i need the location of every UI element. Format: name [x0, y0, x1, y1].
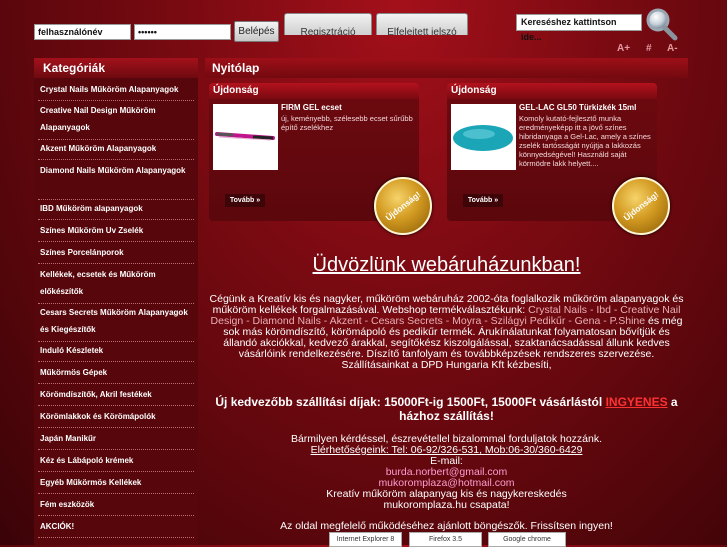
sidebar-category-item[interactable]: Egyéb Műkörmös Kellékek: [34, 474, 198, 490]
font-increase-button[interactable]: A+: [617, 43, 630, 54]
font-decrease-button[interactable]: A-: [667, 43, 678, 54]
product-description: új, keményebb, szélesebb ecset sűrűbb ép…: [281, 114, 413, 132]
delivery-text: Szállításainkat a DPD Hungaria Kft kézbe…: [341, 359, 552, 371]
sidebar-category-item[interactable]: Crystal Nails Műköröm Alapanyagok: [34, 81, 198, 97]
font-reset-button[interactable]: #: [646, 43, 652, 54]
badge-label: Újdonság!: [621, 189, 661, 223]
page-title: Nyitólap: [205, 58, 688, 78]
sidebar-category-item[interactable]: Akzent Műköröm Alapanyagok: [34, 140, 198, 156]
password-field[interactable]: ••••••: [134, 24, 231, 40]
top-bar: felhasználónév •••••• Belépés Regisztrác…: [0, 0, 727, 58]
username-field[interactable]: felhasználónév: [34, 24, 131, 40]
forgot-password-button[interactable]: Elfelejtett jelszó: [376, 13, 468, 35]
sidebar-divider: [38, 159, 194, 160]
sidebar-divider: [38, 471, 194, 472]
badge-label: Újdonság!: [383, 189, 423, 223]
sidebar-divider: [38, 449, 194, 450]
category-sidebar: Kategóriák Crystal Nails Műköröm Alapany…: [34, 58, 198, 545]
login-button[interactable]: Belépés: [234, 21, 279, 42]
sidebar-divider: [38, 219, 194, 220]
sidebar-category-item[interactable]: Kellékek, ecsetek és Műköröm előkészítők: [34, 266, 198, 300]
product-image[interactable]: [213, 104, 278, 170]
footer-line: mukoromplaza.hu csapata!: [383, 499, 510, 511]
sidebar-divider: [38, 263, 194, 264]
free-shipping-highlight: INGYENES: [605, 395, 668, 409]
card-header: Újdonság: [447, 83, 657, 99]
intro-text: Cégünk a Kreatív kis és nagyker, műköröm…: [205, 294, 688, 371]
sidebar-divider: [38, 383, 194, 384]
new-badge: Újdonság!: [612, 177, 670, 235]
product-image[interactable]: [451, 104, 516, 170]
sidebar-category-item[interactable]: Kéz és Lábápoló krémek: [34, 452, 198, 468]
sidebar-divider: [38, 493, 194, 494]
sidebar-divider: [38, 241, 194, 242]
sidebar-category-item[interactable]: Induló Készletek: [34, 342, 198, 358]
sidebar-divider: [38, 537, 194, 538]
contact-block: Bármilyen kérdéssel, észrevétellel bizal…: [205, 434, 688, 511]
sidebar-divider: [38, 405, 194, 406]
sidebar-divider: [38, 515, 194, 516]
sidebar-category-item[interactable]: Körömlakkok és Körömápolók: [34, 408, 198, 424]
sidebar-category-item[interactable]: Cesars Secrets Műköröm Alapanyagok és Ki…: [34, 304, 198, 338]
sidebar-category-item[interactable]: Színes Porcelánporok: [34, 244, 198, 260]
product-description: Komoly kutató-fejlesztő munka eredmények…: [519, 114, 651, 168]
shipping-info: Új kedvezőbb szállítási díjak: 15000Ft-i…: [205, 395, 688, 423]
search-input[interactable]: Kereséshez kattintson ide...: [516, 14, 642, 42]
sidebar-title: Kategóriák: [34, 58, 198, 78]
sidebar-category-item[interactable]: Fém eszközök: [34, 496, 198, 512]
new-product-card: Újdonság GEL-LAC GL50 Türkizkék 15ml Kom…: [447, 83, 670, 235]
register-button[interactable]: Regisztráció: [284, 13, 372, 35]
sidebar-category-item[interactable]: Japán Manikűr: [34, 430, 198, 446]
sidebar-divider: [38, 100, 194, 101]
sidebar-divider: [38, 427, 194, 428]
sidebar-category-item[interactable]: IBD Műköröm alapanyagok: [34, 200, 198, 216]
browser-note: Az oldal megfelelő működéséhez ajánlott …: [280, 520, 613, 532]
font-size-tools: A+ # A-: [617, 43, 717, 55]
sidebar-category-item[interactable]: AKCIÓK!: [34, 518, 198, 534]
sidebar-category-item[interactable]: Színes Műköröm Uv Zselék: [34, 222, 198, 238]
sidebar-divider: [38, 361, 194, 362]
new-product-card: Újdonság FIRM GEL ecset új, keményebb, s…: [209, 83, 432, 235]
sidebar-category-item[interactable]: Diamond Nails Műköröm Alapanyagok: [34, 162, 198, 196]
welcome-heading: Üdvözlünk webáruházunkban!: [312, 254, 581, 276]
sidebar-category-item[interactable]: Creative Nail Design Műköröm Alapanyagok: [34, 102, 198, 136]
more-button[interactable]: Tovább »: [463, 194, 503, 207]
sidebar-category-item[interactable]: Műkörmös Gépek: [34, 364, 198, 380]
sidebar-category-item[interactable]: Körömdíszítők, Akril festékek: [34, 386, 198, 402]
card-header: Újdonság: [209, 83, 419, 99]
shipping-text: Új kedvezőbb szállítási díjak: 15000Ft-i…: [215, 395, 603, 409]
product-name-link[interactable]: FIRM GEL ecset: [281, 103, 415, 112]
more-button[interactable]: Tovább »: [225, 194, 265, 207]
product-name-link[interactable]: GEL-LAC GL50 Türkizkék 15ml: [519, 103, 653, 112]
new-badge: Újdonság!: [374, 177, 432, 235]
search-icon[interactable]: [644, 7, 678, 41]
